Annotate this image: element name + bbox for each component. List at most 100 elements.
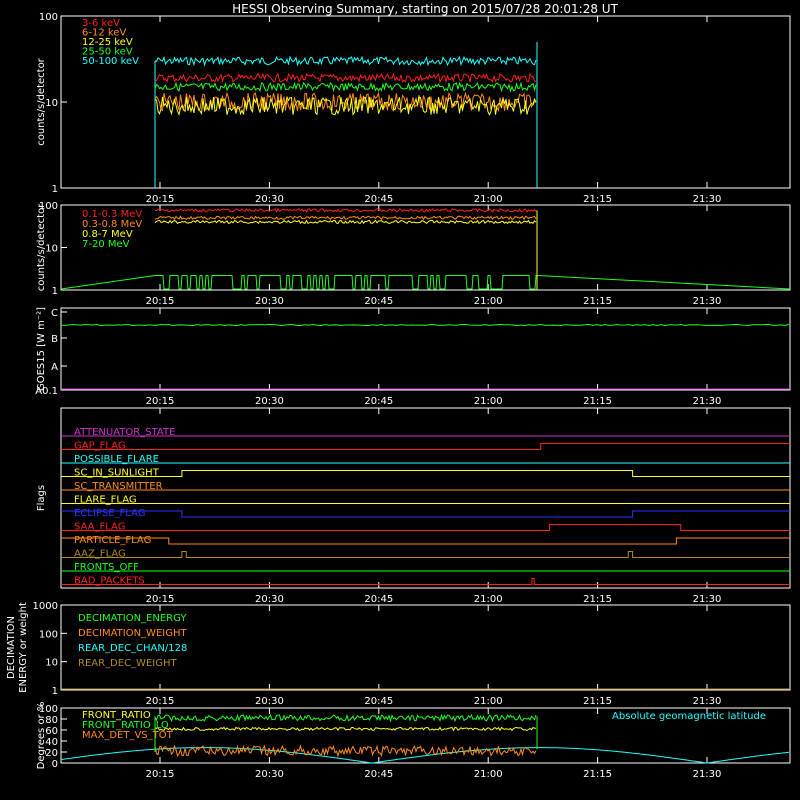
x-tick-label: 21:00 bbox=[474, 769, 503, 780]
x-tick-label: 21:30 bbox=[693, 594, 722, 605]
x-tick-label: 20:45 bbox=[364, 594, 393, 605]
annotation-geomagnetic-latitude: Absolute geomagnetic latitude bbox=[612, 711, 766, 722]
series-0-8-7-mev bbox=[154, 219, 537, 225]
y-axis-label: counts/s/detector bbox=[36, 203, 47, 291]
flag-line-particle-flag bbox=[61, 537, 790, 545]
y-tick-label: A bbox=[51, 362, 58, 373]
flag-line-eclipse-flag bbox=[61, 510, 790, 518]
y-tick-label: 80 bbox=[45, 715, 58, 726]
x-tick-label: 20:15 bbox=[146, 769, 175, 780]
x-tick-label: 20:30 bbox=[255, 594, 284, 605]
flag-label-sc-transmitter: SC_TRANSMITTER bbox=[74, 481, 163, 492]
x-tick-label: 21:15 bbox=[583, 396, 612, 407]
y-tick-label: 1000 bbox=[33, 601, 58, 612]
series-goes-low bbox=[60, 323, 790, 327]
legend-50-100-kev: 50-100 keV bbox=[82, 56, 139, 67]
y-tick-label: 10 bbox=[45, 98, 58, 109]
y-axis-label: counts/s/detector bbox=[36, 57, 47, 145]
x-tick-label: 20:45 bbox=[364, 769, 393, 780]
x-tick-label: 20:15 bbox=[146, 396, 175, 407]
y-tick-label: 40 bbox=[45, 737, 58, 748]
x-tick-label: 20:30 bbox=[255, 769, 284, 780]
flag-label-bad-packets: BAD_PACKETS bbox=[74, 576, 145, 587]
series-7-20-mev bbox=[60, 274, 791, 290]
series-0-3-0-8-mev bbox=[154, 215, 537, 221]
y-axis-label: ENERGY or weight bbox=[18, 602, 29, 693]
legend-decimation-weight: DECIMATION_WEIGHT bbox=[78, 628, 187, 639]
flag-line-saa-flag bbox=[61, 524, 790, 531]
chart-title: HESSI Observing Summary, starting on 201… bbox=[232, 2, 618, 16]
legend-rear-dec-chan-128: REAR_DEC_CHAN/128 bbox=[78, 643, 187, 654]
x-tick-label: 20:15 bbox=[146, 594, 175, 605]
legend-7-20-mev: 7-20 MeV bbox=[82, 239, 130, 250]
x-tick-label: 21:30 bbox=[693, 194, 722, 205]
y-tick-label: 1 bbox=[52, 286, 58, 297]
y-axis-label: Degrees or % bbox=[36, 702, 47, 770]
x-tick-label: 20:30 bbox=[255, 296, 284, 307]
y-tick-label: 10 bbox=[45, 244, 58, 255]
y-tick-label: 20 bbox=[45, 748, 58, 759]
series-0-1-0-3-mev bbox=[154, 207, 537, 213]
y-tick-label: 100 bbox=[39, 629, 58, 640]
flag-label-possible-flare: POSSIBLE_FLARE bbox=[74, 454, 159, 465]
y-tick-label: 100 bbox=[39, 12, 58, 23]
x-tick-label: 21:00 bbox=[474, 194, 503, 205]
x-tick-label: 21:30 bbox=[693, 396, 722, 407]
flag-label-attenuator-state: ATTENUATOR_STATE bbox=[74, 427, 175, 438]
x-tick-label: 21:00 bbox=[474, 594, 503, 605]
flag-label-saa-flag: SAA_FLAG bbox=[74, 522, 125, 533]
y-tick-label: 1 bbox=[52, 686, 58, 697]
series-12-25-kev bbox=[154, 95, 537, 116]
x-tick-label: 20:15 bbox=[146, 296, 175, 307]
y-tick-label: 0 bbox=[52, 759, 58, 770]
x-tick-label: 20:15 bbox=[146, 194, 175, 205]
y-tick-label: C bbox=[51, 308, 58, 319]
x-tick-label: 21:30 bbox=[693, 296, 722, 307]
x-tick-label: 21:00 bbox=[474, 296, 503, 307]
flag-label-eclipse-flag: ECLIPSE_FLAG bbox=[74, 508, 145, 519]
x-tick-label: 20:30 bbox=[255, 194, 284, 205]
x-tick-label: 21:30 bbox=[693, 769, 722, 780]
y-tick-label: 1 bbox=[52, 184, 58, 195]
legend-max-det-vs-tot: MAX_DET_VS_TOT bbox=[82, 730, 174, 741]
x-tick-label: 21:15 bbox=[583, 769, 612, 780]
x-tick-label: 20:45 bbox=[364, 696, 393, 707]
series-front-ratio-lo bbox=[154, 713, 537, 723]
x-tick-label: 21:00 bbox=[474, 396, 503, 407]
x-tick-label: 21:30 bbox=[693, 696, 722, 707]
flag-label-flare-flag: FLARE_FLAG bbox=[74, 495, 137, 506]
x-tick-label: 21:00 bbox=[474, 696, 503, 707]
legend-rear-dec-weight: REAR_DEC_WEIGHT bbox=[78, 658, 177, 669]
x-tick-label: 20:30 bbox=[255, 396, 284, 407]
x-tick-label: 20:45 bbox=[364, 194, 393, 205]
flag-label-fronts-off: FRONTS_OFF bbox=[74, 562, 139, 573]
y-tick-label: 60 bbox=[45, 726, 58, 737]
flag-line-bad-packets bbox=[61, 578, 790, 585]
flag-line-gap-flag bbox=[61, 443, 790, 450]
flag-line-sc-in-sunlight bbox=[61, 470, 790, 477]
series-3-6-kev bbox=[154, 72, 537, 84]
x-tick-label: 20:45 bbox=[364, 296, 393, 307]
legend-decimation-energy: DECIMATION_ENERGY bbox=[78, 613, 187, 624]
x-tick-label: 21:15 bbox=[583, 296, 612, 307]
hessi-summary-plot: HESSI Observing Summary, starting on 201… bbox=[6, 2, 791, 780]
y-tick-label: B bbox=[51, 334, 58, 345]
x-tick-label: 20:45 bbox=[364, 396, 393, 407]
flag-line-aaz-flag bbox=[61, 551, 790, 558]
y-axis-label: Flags bbox=[36, 485, 47, 511]
x-tick-label: 21:15 bbox=[583, 696, 612, 707]
x-tick-label: 20:15 bbox=[146, 696, 175, 707]
x-tick-label: 21:15 bbox=[583, 594, 612, 605]
series-50-100-kev bbox=[154, 55, 537, 67]
y-tick-label: 10 bbox=[45, 658, 58, 669]
panel-frame-2 bbox=[60, 307, 791, 391]
y-axis-label: GOES15 [W m⁻²] bbox=[36, 307, 47, 391]
flag-label-sc-in-sunlight: SC_IN_SUNLIGHT bbox=[74, 468, 160, 479]
flag-label-particle-flag: PARTICLE_FLAG bbox=[74, 535, 151, 546]
series-front-ratio bbox=[154, 726, 537, 732]
x-tick-label: 21:15 bbox=[583, 194, 612, 205]
y-axis-label: DECIMATION bbox=[6, 616, 17, 679]
flag-label-gap-flag: GAP_FLAG bbox=[74, 441, 126, 452]
x-tick-label: 20:30 bbox=[255, 696, 284, 707]
series-25-50-kev bbox=[154, 81, 537, 93]
